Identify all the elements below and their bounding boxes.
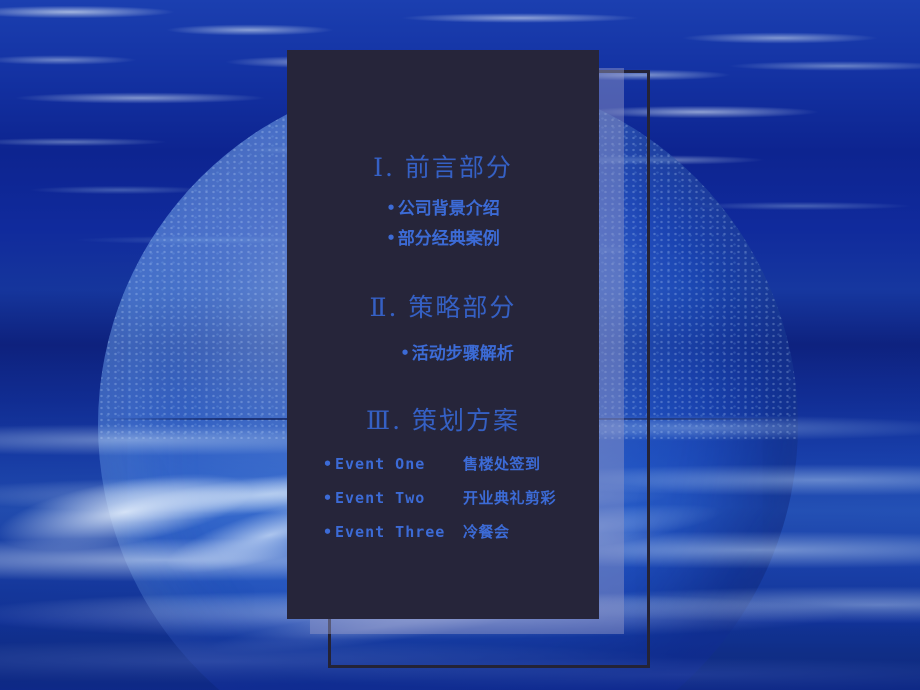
event-2-description: 开业典礼剪彩 xyxy=(463,489,557,507)
section-1-bullet-1-row: • 公司背景介绍 xyxy=(287,194,599,219)
section-2-title-row: Ⅱ. 策略部分 xyxy=(287,288,599,324)
section-2-bullet-1: • 活动步骤解析 xyxy=(400,344,514,364)
section-1-bullet-2-label: 部分经典案例 xyxy=(397,229,500,249)
event-3: • Event Three 冷餐会 xyxy=(323,521,563,542)
section-1-title: Ⅰ. 前言部分 xyxy=(373,153,513,182)
event-row: • Event Three 冷餐会 xyxy=(287,521,599,542)
section-3-title: Ⅲ. 策划方案 xyxy=(365,406,520,435)
section-1-bullet-1-label: 公司背景介绍 xyxy=(397,199,500,219)
bullet-dot-icon: • xyxy=(323,523,333,541)
section-2-bullet-1-label: 活动步骤解析 xyxy=(411,344,514,364)
agenda-panel: Ⅰ. 前言部分 • 公司背景介绍 • 部分经典案例 Ⅱ. 策略部分 • 活动步骤解析 xyxy=(287,50,599,619)
event-1-name: Event One xyxy=(335,455,426,473)
section-1-bullet-1: • 公司背景介绍 xyxy=(386,199,500,219)
section-3-title-row: Ⅲ. 策划方案 xyxy=(287,401,599,437)
event-row: • Event Two 开业典礼剪彩 xyxy=(287,487,599,508)
event-1-description: 售楼处签到 xyxy=(463,455,541,473)
event-3-description: 冷餐会 xyxy=(463,523,510,541)
bullet-dot-icon: • xyxy=(386,229,396,247)
presentation-slide: Ⅰ. 前言部分 • 公司背景介绍 • 部分经典案例 Ⅱ. 策略部分 • 活动步骤解析 xyxy=(0,0,920,690)
event-2: • Event Two 开业典礼剪彩 xyxy=(323,487,563,508)
section-1-bullet-2-row: • 部分经典案例 xyxy=(287,224,599,249)
event-1: • Event One 售楼处签到 xyxy=(323,453,563,474)
section-1-bullet-2: • 部分经典案例 xyxy=(386,229,500,249)
bullet-dot-icon: • xyxy=(386,199,396,217)
event-2-name: Event Two xyxy=(335,489,426,507)
event-row: • Event One 售楼处签到 xyxy=(287,453,599,474)
bullet-dot-icon: • xyxy=(323,489,333,507)
section-2-bullet-1-row: • 活动步骤解析 xyxy=(287,339,613,364)
agenda-content: Ⅰ. 前言部分 • 公司背景介绍 • 部分经典案例 Ⅱ. 策略部分 • 活动步骤解析 xyxy=(287,50,599,619)
event-3-name: Event Three xyxy=(335,523,446,541)
bullet-dot-icon: • xyxy=(323,455,333,473)
section-1-title-row: Ⅰ. 前言部分 xyxy=(287,148,599,184)
bullet-dot-icon: • xyxy=(400,344,410,362)
section-2-title: Ⅱ. 策略部分 xyxy=(369,293,517,322)
